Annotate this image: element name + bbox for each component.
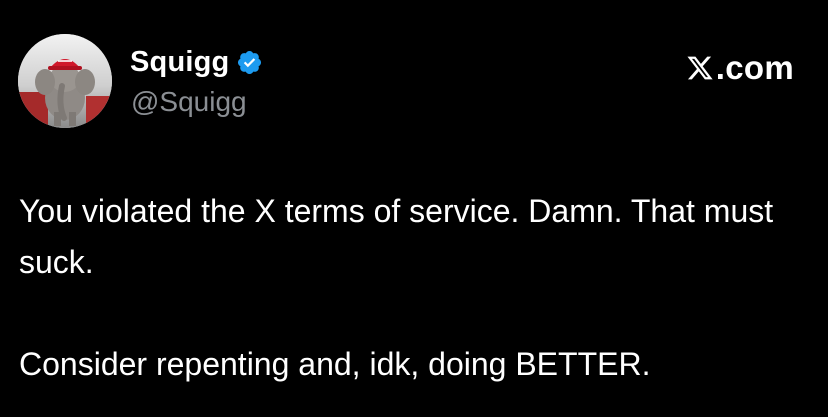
post-body: You violated the X terms of service. Dam…: [19, 186, 809, 390]
author-handle[interactable]: @Squigg: [131, 86, 247, 118]
post-paragraph: Consider repenting and, idk, doing BETTE…: [19, 346, 651, 382]
brand-domain-text: .com: [715, 49, 794, 86]
avatar[interactable]: [18, 34, 112, 128]
post-paragraph: You violated the X terms of service. Dam…: [19, 193, 774, 280]
display-name[interactable]: Squigg: [130, 46, 229, 79]
brand-watermark: .com: [686, 48, 794, 88]
x-logo-icon: [686, 53, 714, 83]
post-card: Squigg @Squigg .com You violated the X t…: [0, 0, 828, 417]
verified-badge-icon: [236, 49, 263, 76]
author-name-row: Squigg: [130, 44, 263, 80]
avatar-image: [18, 34, 112, 128]
